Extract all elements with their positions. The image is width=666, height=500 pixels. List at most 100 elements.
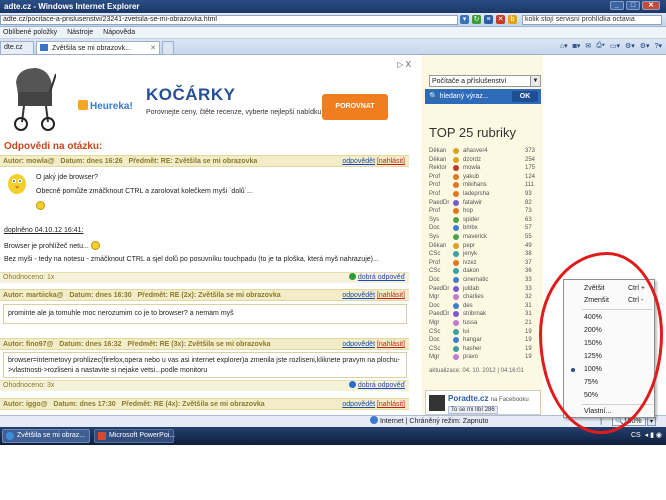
stop-icon[interactable]: ✕ [496,15,505,24]
zoom-level-button[interactable]: 🔍100% [612,417,646,426]
language-indicator[interactable]: CS [631,432,641,439]
compat-icon[interactable]: ≡ [484,15,493,24]
page-menu-icon[interactable]: ▭▾ [610,42,620,50]
taskbar-item-powerpoint[interactable]: Microsoft PowerPoi... [94,429,175,443]
menu-item-zoom-200[interactable]: 200% [564,325,654,337]
user-name[interactable]: pravo [463,353,478,361]
user-name[interactable]: spider [463,216,479,224]
reply-link[interactable]: odpovědět [342,341,375,348]
taskbar-item-ie[interactable]: Zvětšila se mi obraz... [2,429,90,443]
post-date: Datum: dnes 16:32 [59,341,122,348]
zoom-dropdown-arrow[interactable]: ▾ [647,417,656,426]
refresh-icon[interactable]: ↻ [472,15,481,24]
menu-item-zoom-400[interactable]: 400% [564,312,654,324]
menu-help[interactable]: Nápověda [103,29,135,36]
ad-close-icon[interactable]: ▷ X [397,60,411,69]
menu-item-zoom-50[interactable]: 50% [564,390,654,402]
close-button[interactable]: ✕ [642,1,660,10]
good-answer-link[interactable]: dobrá odpověď [358,274,405,281]
report-link[interactable]: [nahlásit] [377,401,405,408]
user-name[interactable]: maverick [463,233,487,241]
menu-tools[interactable]: Nástroje [67,29,93,36]
user-name[interactable]: ahasver4 [463,147,488,155]
user-name[interactable]: cinematic [463,276,488,284]
user-name[interactable]: mowla [463,164,480,172]
user-name[interactable]: hangar [463,336,482,344]
new-tab-button[interactable] [162,41,174,54]
user-name[interactable]: ladeprsha [463,190,489,198]
menu-item-zoom-150[interactable]: 150% [564,338,654,350]
tab-poradte[interactable]: dte.cz [0,41,34,54]
home-icon[interactable]: ⌂▾ [560,42,568,50]
maximize-button[interactable]: □ [626,1,640,10]
user-name[interactable]: des [463,302,473,310]
user-name[interactable]: mikihans [463,181,487,189]
feeds-icon[interactable]: ◙▾ [573,42,581,50]
sidebar-search-input[interactable]: 🔍 hledaný výraz... [427,91,509,102]
user-name[interactable]: dakon [463,267,479,275]
menu-favorites[interactable]: Oblíbené položky [3,29,57,36]
user-name[interactable]: tussa [463,319,477,327]
post-author[interactable]: Autor: fino97@ [3,341,53,348]
user-name[interactable]: bmbx [463,224,478,232]
user-name[interactable]: hasher [463,345,481,353]
menu-item-custom-zoom[interactable]: Vlastní... [564,406,654,418]
good-answer-link[interactable]: dobrá odpověď [358,382,405,389]
post-text: browser=internetovy prohlizec(firefox,op… [8,357,400,364]
user-points: 33 [525,277,532,283]
safety-menu-icon[interactable]: ⚙▾ [625,42,635,50]
user-name[interactable]: yakub [463,173,479,181]
user-rank: PaedDr [429,311,450,318]
user-points: 37 [525,259,532,266]
reply-link[interactable]: odpovědět [342,292,375,299]
help-menu-icon[interactable]: ?▾ [655,42,662,50]
facebook-like-button[interactable]: To se mi líbí 286 [448,406,498,414]
menu-item-zoom-75[interactable]: 75% [564,377,654,389]
tray-icons[interactable]: ◂ ▮ ◉ [645,432,662,439]
report-link[interactable]: [nahlásit] [377,158,405,165]
post-author[interactable]: Autor: martiicka@ [3,292,64,299]
post-subject: Předmět: RE: Zvětšila se mi obrazovka [128,158,258,165]
user-name[interactable]: jenyk [463,250,477,258]
post-author[interactable]: Autor: iggo@ [3,401,48,408]
category-select[interactable]: Počítače a příslušenství ▼ [429,75,541,87]
menu-item-zoom-in[interactable]: Zvětšit Ctrl + [564,283,654,295]
reply-link[interactable]: odpovědět [342,158,375,165]
tools-menu-icon[interactable]: ⚙▾ [640,42,650,50]
post-date: Datum: dnes 17:30 [53,401,116,408]
report-link[interactable]: [nahlásit] [377,341,405,348]
user-name[interactable]: charlies [463,293,484,301]
ad-banner[interactable]: ▷ X Heureka! KOČÁRKY Porovnejte ceny, čt… [0,58,415,136]
user-name[interactable]: juldab [463,285,479,293]
user-name[interactable]: lui [463,328,469,336]
close-tab-icon[interactable]: ✕ [150,44,156,52]
mail-icon[interactable]: ✉ [585,42,591,50]
minimize-button[interactable]: _ [610,1,624,10]
facebook-title[interactable]: Poradte.cz na Facebooku [448,394,529,403]
top25-row: Sys maverick 55 [429,233,539,241]
report-link[interactable]: [nahlásit] [377,292,405,299]
user-name[interactable]: fatalwir [463,199,482,207]
search-ok-button[interactable]: OK [512,91,538,102]
dropdown-icon[interactable]: ▾ [460,15,469,24]
reply-link[interactable]: odpovědět [342,401,375,408]
menu-item-zoom-100[interactable]: 100% [564,364,654,376]
tab-current[interactable]: Zvětšila se mi obrazovk... ✕ [36,41,160,54]
user-points: 21 [525,320,532,326]
user-points: 19 [525,354,532,361]
user-name[interactable]: pepr [463,242,475,250]
post-author[interactable]: Autor: mowla@ [3,158,55,165]
print-icon[interactable]: ⎙▾ [596,42,605,50]
user-name[interactable]: dzordz [463,156,481,164]
menu-item-zoom-out[interactable]: Zmenšit Ctrl - [564,295,654,307]
user-name[interactable]: ivzez [463,259,477,267]
user-name[interactable]: stribrnak [463,310,486,318]
compare-offers-button[interactable]: POROVNAT NABÍDKY [322,94,388,136]
zoom-in-shortcut: Ctrl + [628,285,645,292]
search-input[interactable]: kolik stojí servisní prohlídka octavia [522,15,662,25]
post-text: Browser je prohlížeč netu... [4,241,100,250]
chevron-down-icon: ▼ [530,76,540,86]
menu-item-zoom-125[interactable]: 125% [564,351,654,363]
user-name[interactable]: hop [463,207,473,215]
url-field[interactable]: adte.cz/pocitace-a-prislusenstvi/23241-z… [0,15,458,25]
